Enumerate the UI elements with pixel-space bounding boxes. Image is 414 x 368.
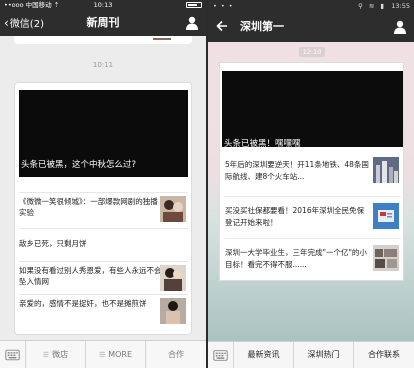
message-timestamp: 12:10 xyxy=(299,47,325,57)
menu-button-weidian[interactable]: ☰ 微店 xyxy=(26,341,86,368)
nav-bar: 深圳第一 xyxy=(208,12,414,42)
status-time: 10:13 xyxy=(93,1,113,9)
headline-caption: 头条已被黑，这个中秋怎么过? xyxy=(21,160,137,170)
article-thumbnail xyxy=(373,157,399,183)
notification-dots: • • • xyxy=(213,2,234,10)
menu-label: MORE xyxy=(108,350,133,359)
list-item[interactable]: 深圳一大学毕业生，三年完成"一个亿"的小目标！看完不得不服...... xyxy=(224,238,401,280)
back-arrow-icon[interactable] xyxy=(216,19,228,33)
headline-article[interactable]: 头条已被黑，这个中秋怎么过? xyxy=(19,90,188,177)
article-title: 亲爱的，感情不是捉奸，也不是摊煎饼 xyxy=(19,299,147,308)
article-thumbnail xyxy=(373,203,399,229)
menu-lines-icon: ☰ xyxy=(42,351,50,359)
menu-lines-icon: ☰ xyxy=(98,351,106,359)
list-item[interactable]: 亲爱的，感情不是捉奸，也不是摊煎饼 xyxy=(19,294,188,332)
article-title: 如果没有看过别人秀恩爱，有些人永远不会坠入情网 xyxy=(19,266,162,286)
menu-button-shenzhen-hot[interactable]: 深圳热门 xyxy=(294,342,354,368)
user-icon[interactable] xyxy=(186,16,198,30)
list-item[interactable]: 如果没有看过别人秀恩爱，有些人永远不会坠入情网 xyxy=(19,261,188,294)
article-thumbnail xyxy=(373,245,399,271)
list-item[interactable]: 买没买社保都要看！2016年深圳全民免保登记开始来啦！ xyxy=(224,196,401,238)
status-bar: • • • ⚲ ≋ ▮ 13:55 xyxy=(208,0,414,12)
previous-message-card[interactable] xyxy=(14,36,192,44)
keyboard-icon[interactable] xyxy=(0,341,26,368)
menu-button-contact[interactable]: 合作联系 xyxy=(354,342,414,368)
menu-label: 合作 xyxy=(168,350,184,359)
headline-article[interactable]: 头条已被黑！嘿嘿嘿 xyxy=(222,71,403,149)
right-phone-screen: • • • ⚲ ≋ ▮ 13:55 深圳第一 12:10 头条已被黑！嘿嘿嘿 5… xyxy=(208,0,414,368)
status-time: 13:55 xyxy=(391,2,410,10)
article-title: 深圳一大学毕业生，三年完成"一个亿"的小目标！看完不得不服...... xyxy=(225,248,367,269)
menu-label: 微店 xyxy=(52,350,69,359)
article-card: 头条已被黑，这个中秋怎么过? 《微微一笑很倾城》：一部爆款网剧的独播实验 敌乡已… xyxy=(14,82,192,335)
page-title: 新周刊 xyxy=(86,16,120,29)
list-item[interactable]: 5年后的深圳要逆天！开11条地铁、48条国际航线、建8个火车站... xyxy=(224,151,401,195)
message-timestamp: 10:11 xyxy=(92,61,114,69)
article-card: 头条已被黑！嘿嘿嘿 5年后的深圳要逆天！开11条地铁、48条国际航线、建8个火车… xyxy=(219,62,404,281)
article-thumbnail xyxy=(160,196,186,222)
keyboard-icon[interactable] xyxy=(208,342,234,368)
menu-button-cooperation[interactable]: 合作 xyxy=(146,341,206,368)
bottom-menu-bar: ☰ 微店 ☰ MORE 合作 xyxy=(0,340,206,368)
menu-button-more[interactable]: ☰ MORE xyxy=(86,341,146,368)
article-thumbnail xyxy=(160,298,186,324)
screenshot-pair: ••ooo 中国移动 ⇡ 10:13 ‹微信(2) 新周刊 10:11 头条已被… xyxy=(0,0,414,368)
user-icon[interactable] xyxy=(394,20,406,34)
article-thumbnail xyxy=(160,265,186,291)
bottom-menu-bar: 最新资讯 深圳热门 合作联系 xyxy=(208,341,414,368)
headline-caption: 头条已被黑！嘿嘿嘿 xyxy=(224,139,301,149)
status-icons: ⚲ ≋ ▮ xyxy=(358,2,386,10)
battery-icon xyxy=(186,2,202,8)
article-title: 5年后的深圳要逆天！开11条地铁、48条国际航线、建8个火车站... xyxy=(225,160,369,181)
left-phone-screen: ••ooo 中国移动 ⇡ 10:13 ‹微信(2) 新周刊 10:11 头条已被… xyxy=(0,0,206,368)
nav-bar: ‹微信(2) 新周刊 xyxy=(0,10,206,36)
list-item[interactable]: 《微微一笑很倾城》：一部爆款网剧的独播实验 xyxy=(19,192,188,228)
menu-button-latest-news[interactable]: 最新资讯 xyxy=(234,342,294,368)
list-item[interactable]: 敌乡已死，只剩月饼 xyxy=(19,228,188,261)
status-bar: ••ooo 中国移动 ⇡ 10:13 xyxy=(0,0,206,10)
page-title: 深圳第一 xyxy=(240,20,284,33)
article-title: 买没买社保都要看！2016年深圳全民免保登记开始来啦！ xyxy=(225,206,365,227)
article-title: 《微微一笑很倾城》：一部爆款网剧的独播实验 xyxy=(19,197,158,217)
article-title: 敌乡已死，只剩月饼 xyxy=(19,239,87,248)
